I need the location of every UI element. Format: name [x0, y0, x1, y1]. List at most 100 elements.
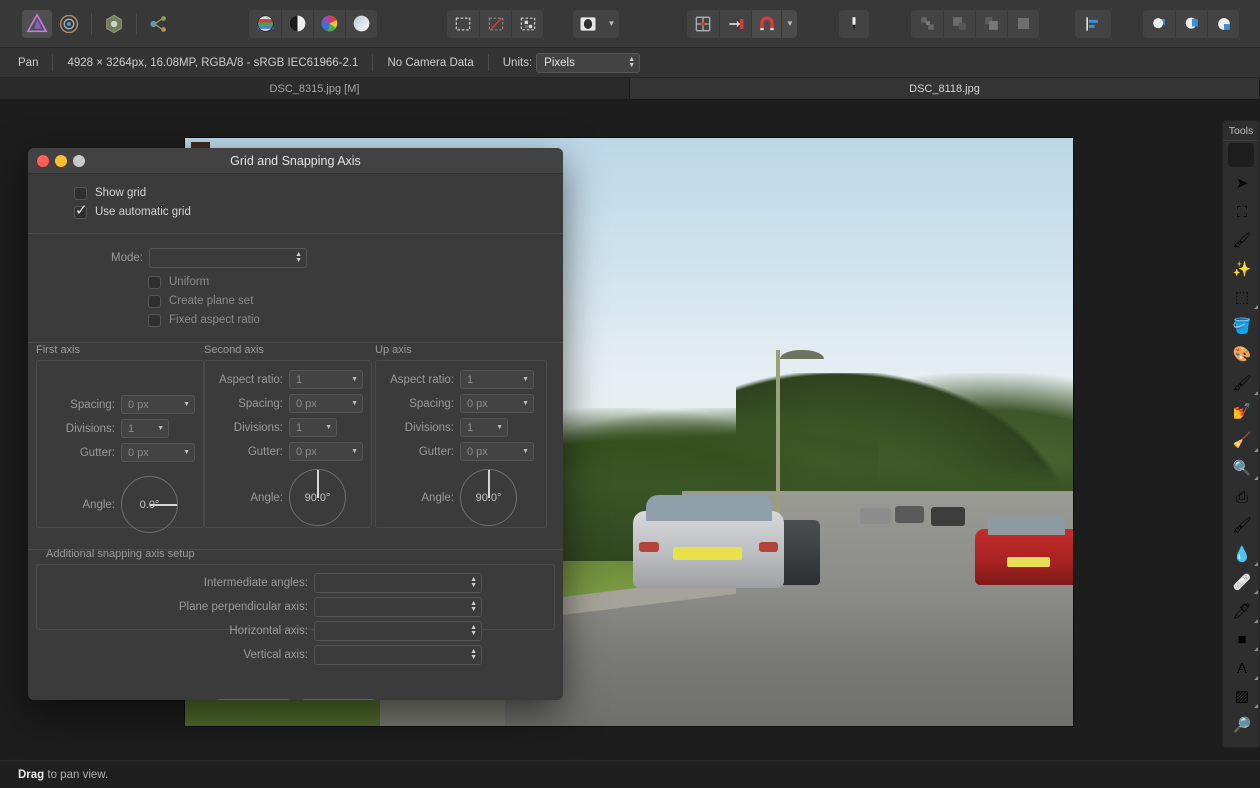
undo-brush-tool[interactable]: 🖌	[1223, 512, 1260, 541]
gradient-sphere-icon[interactable]	[345, 9, 377, 38]
paint-mixer-brush-tool[interactable]: 🎨	[1223, 341, 1260, 370]
aspect-row: Aspect ratio: 1 ▼	[205, 370, 365, 389]
snap-to-edge-icon[interactable]	[719, 9, 751, 38]
uniform-checkbox[interactable]	[148, 275, 161, 289]
fixed-aspect-ratio-checkbox-row[interactable]: Fixed aspect ratio	[28, 311, 563, 329]
view-pan-tool[interactable]: ✋	[1223, 141, 1260, 170]
boolean-add-icon[interactable]	[1143, 9, 1175, 38]
create-plane-set-checkbox-row[interactable]: Create plane set	[28, 292, 563, 310]
additional-field-stepper-icon[interactable]: ▲ ▼	[470, 576, 477, 589]
marquee-selection-tool[interactable]: ⬚	[1223, 284, 1260, 313]
use-automatic-grid-checkbox-row[interactable]: Use automatic grid	[28, 201, 563, 221]
tool-group-indicator-icon	[1254, 590, 1258, 594]
grid-icon[interactable]	[687, 9, 719, 38]
mask-dropdown-caret-icon[interactable]: ▼	[603, 9, 619, 38]
show-grid-checkbox-row[interactable]: Show grid	[28, 184, 563, 202]
mesh-warp-tool[interactable]: ▨	[1223, 683, 1260, 712]
align-left-icon[interactable]	[1075, 9, 1111, 38]
additional-field-spinner[interactable]: ▲ ▼	[314, 573, 482, 593]
uniform-checkbox-row[interactable]: Uniform	[28, 273, 563, 291]
grid-and-snapping-axis-dialog[interactable]: Grid and Snapping Axis Show grid Use aut…	[28, 148, 563, 700]
additional-field-spinner[interactable]: ▲ ▼	[314, 645, 482, 665]
arrange-scatter-icon[interactable]	[911, 9, 943, 38]
angle-dial[interactable]: 0.0°	[121, 476, 178, 533]
spacing-select[interactable]: 0 px ▼	[121, 395, 195, 414]
fixed-aspect-ratio-checkbox[interactable]	[148, 313, 161, 327]
channels-icon[interactable]	[249, 9, 281, 38]
angle-dial[interactable]: 90.0°	[289, 469, 346, 526]
flood-fill-tool[interactable]: 🪣	[1223, 312, 1260, 341]
additional-field-spinner[interactable]: ▲ ▼	[314, 621, 482, 641]
additional-field-stepper-icon[interactable]: ▲ ▼	[470, 648, 477, 661]
selection-brush-tool[interactable]: 🖌	[1223, 227, 1260, 256]
dialog-title-bar[interactable]: Grid and Snapping Axis	[28, 148, 563, 174]
healing-brush-tool[interactable]: 🩹	[1223, 569, 1260, 598]
gutter-value: 0 px	[296, 445, 317, 458]
artistic-text-tool[interactable]: A	[1223, 654, 1260, 683]
dodge-brush-tool[interactable]: 🔍	[1223, 455, 1260, 484]
tool-group-indicator-icon	[1254, 704, 1258, 708]
divisions-select[interactable]: 1 ▼	[121, 419, 169, 438]
aspect-select[interactable]: 1 ▼	[289, 370, 363, 389]
colour-replacement-brush-tool[interactable]: 💅	[1223, 398, 1260, 427]
divisions-select[interactable]: 1 ▼	[460, 418, 508, 437]
boolean-subtract-icon[interactable]	[1175, 9, 1207, 38]
mode-stepper-arrows-icon[interactable]: ▲ ▼	[295, 251, 302, 264]
document-tab-dsc8315[interactable]: DSC_8315.jpg [M]	[0, 78, 630, 100]
mask-icon[interactable]	[573, 9, 603, 38]
arrange-behind-icon[interactable]	[943, 9, 975, 38]
additional-field-stepper-icon[interactable]: ▲ ▼	[470, 600, 477, 613]
additional-field-label: Horizontal axis:	[229, 625, 308, 637]
zoom-window-button[interactable]	[73, 155, 85, 167]
color-wheel-icon[interactable]	[313, 9, 345, 38]
mode-select[interactable]: ▲ ▼	[149, 248, 307, 268]
flood-select-tool[interactable]: ✨	[1223, 255, 1260, 284]
refine-selection-icon[interactable]	[511, 9, 543, 38]
document-tab-dsc8118[interactable]: DSC_8118.jpg	[630, 78, 1260, 100]
color-picker-icon[interactable]	[839, 9, 869, 38]
additional-field-spinner[interactable]: ▲ ▼	[314, 597, 482, 617]
rectangle-shape-tool[interactable]: ■	[1223, 626, 1260, 655]
crop-tool[interactable]: ⛶	[1223, 198, 1260, 227]
snapping-dropdown-caret-icon[interactable]: ▼	[781, 9, 797, 38]
close-window-button[interactable]	[37, 155, 49, 167]
gutter-select[interactable]: 0 px ▼	[460, 442, 534, 461]
deselect-icon[interactable]	[479, 9, 511, 38]
additional-field-stepper-icon[interactable]: ▲ ▼	[470, 624, 477, 637]
spacing-select[interactable]: 0 px ▼	[289, 394, 363, 413]
create-plane-set-checkbox[interactable]	[148, 294, 161, 308]
close-button[interactable]: Close	[300, 699, 376, 700]
aspect-select[interactable]: 1 ▼	[460, 370, 534, 389]
divisions-select[interactable]: 1 ▼	[289, 418, 337, 437]
blur-brush-tool[interactable]: 💧	[1223, 540, 1260, 569]
spacing-select[interactable]: 0 px ▼	[460, 394, 534, 413]
gutter-select[interactable]: 0 px ▼	[121, 443, 195, 462]
show-grid-checkbox[interactable]	[74, 186, 87, 200]
aspect-value: 1	[467, 373, 474, 386]
move-tool[interactable]: ➤	[1223, 170, 1260, 199]
arrange-group-icon[interactable]	[1007, 9, 1039, 38]
show-grid-label: Show grid	[95, 187, 147, 199]
develop-persona-icon[interactable]	[54, 10, 84, 38]
gutter-select[interactable]: 0 px ▼	[289, 442, 363, 461]
paint-brush-tool[interactable]: 🖌	[1223, 369, 1260, 398]
export-persona-icon[interactable]	[144, 10, 174, 38]
contrast-icon[interactable]	[281, 9, 313, 38]
zoom-tool[interactable]: 🔎	[1223, 711, 1260, 740]
units-select[interactable]: Pixels ▲ ▼	[536, 52, 641, 73]
arrange-front-icon[interactable]	[975, 9, 1007, 38]
minimize-window-button[interactable]	[55, 155, 67, 167]
affinity-photo-persona-icon[interactable]	[22, 9, 52, 38]
erase-brush-tool[interactable]: 🧹	[1223, 426, 1260, 455]
use-automatic-grid-checkbox[interactable]	[74, 201, 88, 219]
units-stepper-arrows-icon[interactable]: ▲ ▼	[628, 56, 635, 69]
pen-tool[interactable]: 🖊	[1223, 597, 1260, 626]
angle-dial[interactable]: 90.0°	[460, 469, 517, 526]
marquee-select-icon[interactable]	[447, 9, 479, 38]
blur-brush-tool-icon: 💧	[1232, 545, 1252, 563]
snapping-magnet-icon[interactable]	[751, 9, 781, 38]
liquify-persona-icon[interactable]	[99, 10, 129, 38]
basic-button[interactable]: Basic	[215, 699, 291, 700]
boolean-intersect-icon[interactable]	[1207, 9, 1239, 38]
clone-brush-tool[interactable]: ⎙	[1223, 483, 1260, 512]
